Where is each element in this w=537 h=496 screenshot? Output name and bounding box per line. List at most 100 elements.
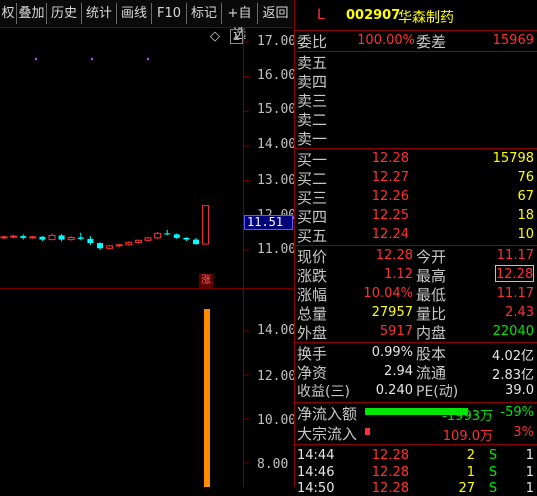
- divider: [295, 51, 537, 52]
- candle: [183, 237, 190, 240]
- bid-level-label: 买四: [297, 208, 328, 226]
- quote-label-price: 现价: [297, 248, 328, 266]
- ask-level-label: 卖四: [297, 73, 328, 91]
- toolbar-button-overlay[interactable]: 叠加: [17, 3, 47, 24]
- volume-axis-label: 12.00: [257, 369, 297, 384]
- quote-value-volume: 27957: [371, 305, 413, 320]
- candle: [125, 241, 133, 246]
- weicha-value: 15969: [492, 33, 534, 48]
- tick-count: 1: [525, 448, 534, 463]
- candle: [134, 239, 142, 243]
- net-inflow-pct: -59%: [500, 405, 534, 420]
- quote-label-change-pct: 涨幅: [297, 286, 328, 304]
- kline-chart-canvas: [0, 28, 293, 487]
- toolbar-button-stats[interactable]: 统计: [82, 3, 117, 24]
- fund-value-net-assets: 2.94: [384, 364, 413, 379]
- weibi-label: 委比: [297, 33, 328, 51]
- price-axis-label: 16.00: [257, 68, 297, 83]
- candles-group: [0, 205, 210, 250]
- fund-value-eps: 0.240: [375, 383, 413, 398]
- toolbar-button-f10[interactable]: F10: [152, 3, 187, 24]
- block-inflow-bar: [365, 428, 370, 435]
- current-price-marker: 11.51: [244, 215, 293, 230]
- quote-label-outer: 外盘: [297, 324, 328, 342]
- quote-value-change: 1.12: [384, 267, 413, 282]
- bid-price: 12.27: [371, 170, 409, 185]
- fund-label-pe: PE(动): [416, 384, 459, 400]
- bid-level-label: 买一: [297, 151, 328, 169]
- fund-value-pe: 39.0: [505, 383, 534, 398]
- toolbar-button-history[interactable]: 历史: [47, 3, 82, 24]
- volume-axis-label: 14.00: [257, 323, 297, 338]
- tick-price: 12.28: [371, 481, 409, 496]
- quote-value-high: 12.28: [495, 265, 534, 282]
- quote-label-high: 最高: [416, 267, 447, 285]
- tick-side: S: [488, 465, 498, 480]
- tick-side: S: [488, 448, 498, 463]
- quote-value-outer: 5917: [379, 324, 413, 339]
- toolbar-button-rights[interactable]: 权: [0, 3, 17, 24]
- diamond-icon[interactable]: ◇: [210, 29, 220, 44]
- block-inflow-amount: 109.0万: [442, 429, 493, 444]
- bid-price: 12.24: [371, 227, 409, 242]
- tick-time: 14:46: [297, 465, 335, 480]
- candle: [115, 244, 123, 247]
- fund-label-turnover: 换手: [297, 345, 328, 363]
- candle: [154, 232, 162, 239]
- toolbar-button-mark[interactable]: 标记: [187, 3, 222, 24]
- tick-side: S: [488, 481, 498, 496]
- quote-label-volume: 总量: [297, 305, 328, 323]
- scroll-up-icon[interactable]: ▲: [230, 29, 243, 44]
- fund-label-float: 流通: [416, 364, 447, 382]
- quote-value-change-pct: 10.04%: [363, 286, 413, 301]
- net-inflow-label: 净流入额: [297, 405, 358, 423]
- tick-volume: 27: [458, 481, 475, 496]
- tick-volume: 2: [466, 448, 475, 463]
- quote-value-inner: 22040: [492, 324, 534, 339]
- bid-volume: 67: [517, 189, 534, 204]
- candle: [193, 239, 199, 245]
- bid-level-label: 买五: [297, 227, 328, 245]
- markers-group: [34, 57, 150, 61]
- tick-time: 14:44: [297, 448, 335, 463]
- block-inflow-label: 大宗流入: [297, 425, 358, 443]
- candle: [97, 243, 103, 249]
- event-marker-dot: [90, 57, 94, 61]
- price-axis-label: 13.00: [257, 173, 297, 188]
- bid-level-label: 买三: [297, 189, 328, 207]
- toolbar-button-back[interactable]: 返回: [258, 3, 293, 24]
- fund-value-turnover: 0.99%: [371, 345, 413, 360]
- fund-label-shares: 股本: [416, 345, 447, 363]
- bid-volume: 18: [517, 208, 534, 223]
- divider: [295, 444, 537, 445]
- candle: [164, 233, 171, 235]
- fund-label-net-assets: 净资: [297, 364, 328, 382]
- quote-label-low: 最低: [416, 286, 447, 304]
- fund-label-eps: 收益(三): [297, 384, 350, 400]
- event-marker-dot: [146, 57, 150, 61]
- limit-up-badge: 涨: [199, 274, 213, 288]
- quote-label-inner: 内盘: [416, 324, 447, 342]
- quote-label-change: 涨跌: [297, 267, 328, 285]
- quote-value-price: 12.28: [375, 248, 413, 263]
- bid-volume: 10: [517, 227, 534, 242]
- kline-chart[interactable]: ◇ ▲ 17.00 16.00 15.00 14.00 13.00 12.00 …: [0, 28, 297, 487]
- fund-value-float: 2.83亿: [492, 368, 534, 383]
- candle: [39, 236, 46, 240]
- toolbar: 权 叠加 历史 统计 画线 F10 标记 +自选 返回: [0, 0, 293, 42]
- volume-bar: [204, 309, 210, 487]
- toolbar-button-add-favorite[interactable]: +自选: [222, 3, 258, 42]
- toolbar-button-draw[interactable]: 画线: [117, 3, 152, 24]
- weicha-label: 委差: [416, 33, 447, 51]
- candle: [48, 234, 56, 241]
- candle: [106, 245, 114, 249]
- candle: [58, 235, 65, 240]
- quote-value-low: 11.17: [496, 286, 534, 301]
- candle: [0, 236, 8, 239]
- tick-count: 1: [525, 481, 534, 496]
- candle: [20, 236, 27, 238]
- quote-label-vol-ratio: 量比: [416, 305, 447, 323]
- bid-price: 12.25: [371, 208, 409, 223]
- ask-level-label: 卖五: [297, 54, 328, 72]
- divider: [295, 148, 537, 149]
